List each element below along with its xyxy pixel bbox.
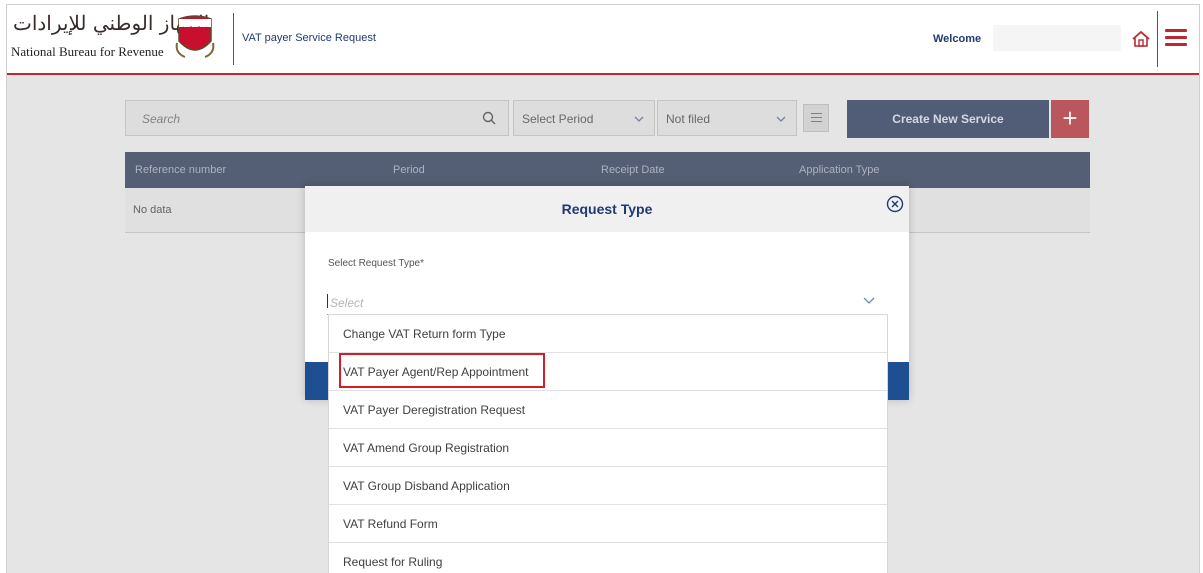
- home-icon[interactable]: [1131, 29, 1151, 49]
- request-type-select[interactable]: Select: [327, 292, 887, 315]
- request-type-placeholder: Select: [330, 296, 364, 310]
- option-label: Change VAT Return form Type: [343, 327, 506, 341]
- dropdown-option[interactable]: Change VAT Return form Type: [329, 315, 887, 353]
- header: الجهاز الوطني للإيرادات National Bureau …: [7, 5, 1199, 75]
- user-name-box: [993, 25, 1121, 51]
- chevron-down-icon[interactable]: [863, 297, 875, 305]
- option-label: Request for Ruling: [343, 555, 443, 569]
- page-title: VAT payer Service Request: [242, 32, 376, 44]
- emblem-icon: [175, 15, 215, 58]
- text-caret: [327, 294, 328, 308]
- dropdown-option[interactable]: Request for Ruling: [329, 543, 887, 573]
- dropdown-option[interactable]: VAT Refund Form: [329, 505, 887, 543]
- option-label: VAT Group Disband Application: [343, 479, 510, 493]
- welcome-text: Welcome: [933, 33, 982, 45]
- close-icon[interactable]: [886, 195, 904, 213]
- header-divider: [233, 13, 234, 65]
- option-label: VAT Payer Deregistration Request: [343, 403, 526, 417]
- highlight-box: [339, 353, 545, 388]
- dropdown-option[interactable]: VAT Group Disband Application: [329, 467, 887, 505]
- dropdown-option[interactable]: VAT Amend Group Registration: [329, 429, 887, 467]
- app-window: الجهاز الوطني للإيرادات National Bureau …: [6, 4, 1200, 573]
- dropdown-option[interactable]: VAT Payer Deregistration Request: [329, 391, 887, 429]
- modal-header: Request Type: [305, 186, 909, 232]
- logo-english-text: National Bureau for Revenue: [11, 44, 164, 59]
- option-label: VAT Amend Group Registration: [343, 441, 510, 455]
- modal-title: Request Type: [561, 201, 653, 217]
- hamburger-menu-icon[interactable]: [1165, 29, 1187, 47]
- menu-divider: [1157, 11, 1158, 67]
- request-type-label: Select Request Type*: [328, 258, 424, 269]
- option-label: VAT Refund Form: [343, 517, 438, 531]
